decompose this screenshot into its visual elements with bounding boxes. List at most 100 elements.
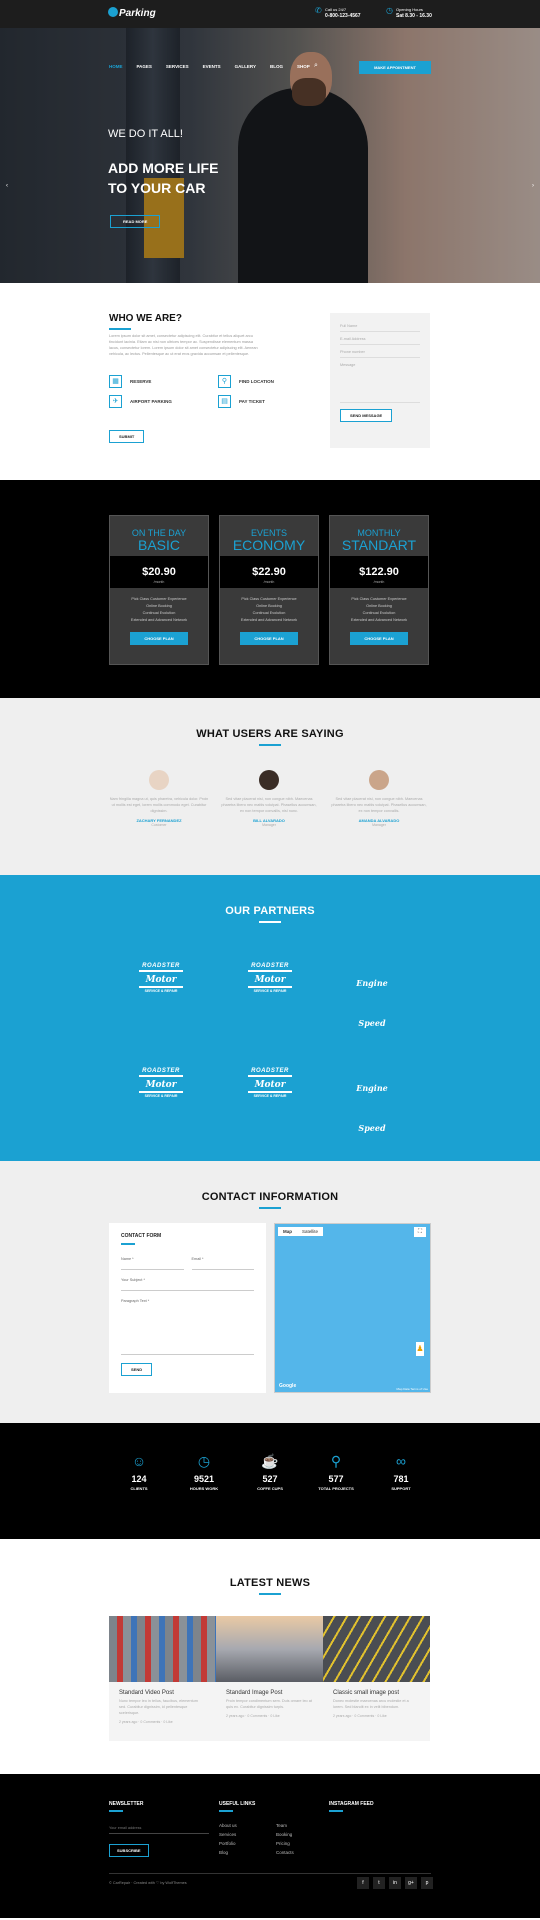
nav-services[interactable]: SERVICES <box>166 64 189 69</box>
footer-link[interactable]: Contacts <box>276 1848 294 1857</box>
avatar <box>149 770 169 790</box>
hero: HOME PAGES SERVICES EVENTS GALLERY BLOG … <box>0 28 540 283</box>
testimonials-section: WHAT USERS ARE SAYING Nam fringilla magn… <box>0 698 540 875</box>
send-button[interactable]: SEND <box>121 1363 153 1376</box>
news-card[interactable]: Standard Video Post Nunc tempor leo in te… <box>109 1616 216 1741</box>
pegman-icon[interactable]: ♟ <box>416 1342 424 1356</box>
name-input[interactable] <box>121 1261 184 1270</box>
partner-logo-engine-speed[interactable]: Engine Speed <box>342 963 402 1028</box>
footer-link[interactable]: Portfolio <box>219 1839 237 1848</box>
fullscreen-icon[interactable]: ⛶ <box>414 1227 426 1237</box>
feature-reserve[interactable]: ▦ RESERVE <box>109 375 151 388</box>
footer-link[interactable]: Pricing <box>276 1839 294 1848</box>
partner-logo-roadster[interactable]: ROADSTER Motor SERVICE & REPAIR <box>240 1068 300 1108</box>
footer-link[interactable]: Services <box>219 1830 237 1839</box>
nav-home[interactable]: HOME <box>109 64 123 69</box>
subject-input[interactable] <box>121 1282 254 1291</box>
search-icon[interactable]: ⌕ <box>314 62 318 70</box>
email-field[interactable]: E-mail Address <box>340 332 420 345</box>
make-appointment-button[interactable]: MAKE APPOINTMENT <box>359 61 431 74</box>
stat-support: ∞ 781 SUPPORT <box>371 1453 431 1491</box>
plan-card-economy: EVENTS ECONOMY $22.90/month Pick Class Cu… <box>219 515 319 665</box>
twitter-icon[interactable]: t <box>373 1877 385 1889</box>
plan-card-standart: MONTHLY STANDART $122.90/month Pick Class… <box>329 515 429 665</box>
partner-logo-roadster[interactable]: ROADSTER Motor SERVICE & REPAIR <box>131 1068 191 1108</box>
nav-blog[interactable]: BLOG <box>270 64 283 69</box>
footer-link[interactable]: About us <box>219 1821 237 1830</box>
contact-section: CONTACT INFORMATION CONTACT FORM Name * … <box>0 1161 540 1423</box>
feature-find-location[interactable]: ⚲ FIND LOCATION <box>218 375 274 388</box>
chevron-left-icon[interactable]: ‹ <box>6 183 8 189</box>
top-bar: Parking ✆ Call us 24/7 0-800-123-4567 ◷ Ope… <box>0 0 540 28</box>
news-card[interactable]: Standard Image Post Proin tempor condimen… <box>216 1616 323 1741</box>
feature-pay-ticket[interactable]: ▤ PAY TICKET <box>218 395 265 408</box>
phone-field[interactable]: Phone number <box>340 345 420 358</box>
choose-plan-button[interactable]: CHOOSE PLAN <box>350 632 408 645</box>
social-links: f t in g+ p <box>357 1877 433 1889</box>
hero-kicker: WE DO IT ALL! <box>108 128 183 140</box>
instagram-title: INSTAGRAM FEED <box>329 1801 374 1812</box>
feature-airport-parking[interactable]: ✈ AIRPORT PARKING <box>109 395 172 408</box>
linkedin-icon[interactable]: in <box>389 1877 401 1889</box>
news-image <box>109 1616 216 1682</box>
partner-logo-roadster[interactable]: ROADSTER Motor SERVICE & REPAIR <box>131 963 191 1003</box>
links-col-1: About us Services Portfolio Blog <box>219 1821 237 1857</box>
newsletter-title: NEWSLETTER <box>109 1801 143 1812</box>
phone-icon: ✆ <box>315 6 322 15</box>
submit-button[interactable]: SUBMIT <box>109 430 145 443</box>
support-icon: ∞ <box>396 1453 406 1469</box>
location-icon: ⚲ <box>218 375 231 388</box>
choose-plan-button[interactable]: CHOOSE PLAN <box>130 632 188 645</box>
nav-pages[interactable]: PAGES <box>137 64 152 69</box>
footer-link[interactable]: Blog <box>219 1848 237 1857</box>
map-tab[interactable]: Map <box>278 1227 297 1236</box>
partners-section: OUR PARTNERS ROADSTER Motor SERVICE & REPA… <box>0 875 540 1161</box>
plan-price: $20.90 <box>142 566 176 578</box>
call-info: ✆ Call us 24/7 0-800-123-4567 <box>315 6 361 20</box>
clock-icon: ◷ <box>386 6 393 15</box>
testimonials-title: WHAT USERS ARE SAYING <box>0 698 540 746</box>
news-card[interactable]: Classic small image post Donec molestie m… <box>323 1616 430 1741</box>
logo[interactable]: Parking <box>108 7 156 19</box>
news-section: LATEST NEWS Standard Video Post Nunc temp… <box>0 1539 540 1774</box>
coffee-icon: ☕ <box>261 1453 279 1469</box>
stat-clients: ☺ 124 CLIENTS <box>109 1453 169 1491</box>
subscribe-button[interactable]: SUBSCRIBE <box>109 1844 149 1857</box>
who-title: WHO WE ARE? <box>109 313 182 330</box>
nav-gallery[interactable]: GALLERY <box>235 64 256 69</box>
google-plus-icon[interactable]: g+ <box>405 1877 417 1889</box>
message-textarea[interactable] <box>121 1303 254 1355</box>
newsletter-email-input[interactable]: Your email address <box>109 1826 209 1834</box>
testimonial-item: Sed vitae placerat nisi, non congue nibh… <box>329 770 429 827</box>
pin-icon <box>108 7 118 18</box>
location-icon: ⚲ <box>330 1453 342 1469</box>
plan-card-basic: ON THE DAY BASIC $20.90/month Pick Class … <box>109 515 209 665</box>
partner-logo-roadster[interactable]: ROADSTER Motor SERVICE & REPAIR <box>240 963 300 1003</box>
nav-shop[interactable]: SHOP <box>297 64 310 69</box>
avatar <box>259 770 279 790</box>
plane-icon: ✈ <box>109 395 122 408</box>
contact-title: CONTACT INFORMATION <box>0 1161 540 1209</box>
footer-link[interactable]: Team <box>276 1821 294 1830</box>
links-col-2: Team Booking Pricing Contacts <box>276 1821 294 1857</box>
news-image <box>216 1616 323 1682</box>
email-input[interactable] <box>191 1261 254 1270</box>
read-more-button[interactable]: READ MORE <box>110 215 161 228</box>
partner-logo-engine-speed[interactable]: Engine Speed <box>342 1068 402 1133</box>
stat-hours: ◷ 9521 HOURS WORK <box>174 1453 234 1491</box>
copyright: © CarRepair · Created with ♡ by WolfThem… <box>109 1881 187 1885</box>
nav-events[interactable]: EVENTS <box>203 64 221 69</box>
footer-link[interactable]: Booking <box>276 1830 294 1839</box>
hours-info: ◷ Opening Hours Sat 8.30 - 16.30 <box>386 6 432 20</box>
chevron-right-icon[interactable]: › <box>532 183 534 189</box>
full-name-field[interactable]: Full Name <box>340 319 420 332</box>
pinterest-icon[interactable]: p <box>421 1877 433 1889</box>
choose-plan-button[interactable]: CHOOSE PLAN <box>240 632 298 645</box>
useful-links-title: USEFUL LINKS <box>219 1801 255 1812</box>
facebook-icon[interactable]: f <box>357 1877 369 1889</box>
send-message-button[interactable]: SEND MESSAGE <box>340 409 393 422</box>
satellite-tab[interactable]: Satellite <box>297 1227 323 1236</box>
plan-price: $22.90 <box>252 566 286 578</box>
map[interactable]: Map Satellite ⛶ ♟ Google Map Data Terms o… <box>274 1223 431 1393</box>
message-field[interactable]: Message <box>340 358 420 403</box>
